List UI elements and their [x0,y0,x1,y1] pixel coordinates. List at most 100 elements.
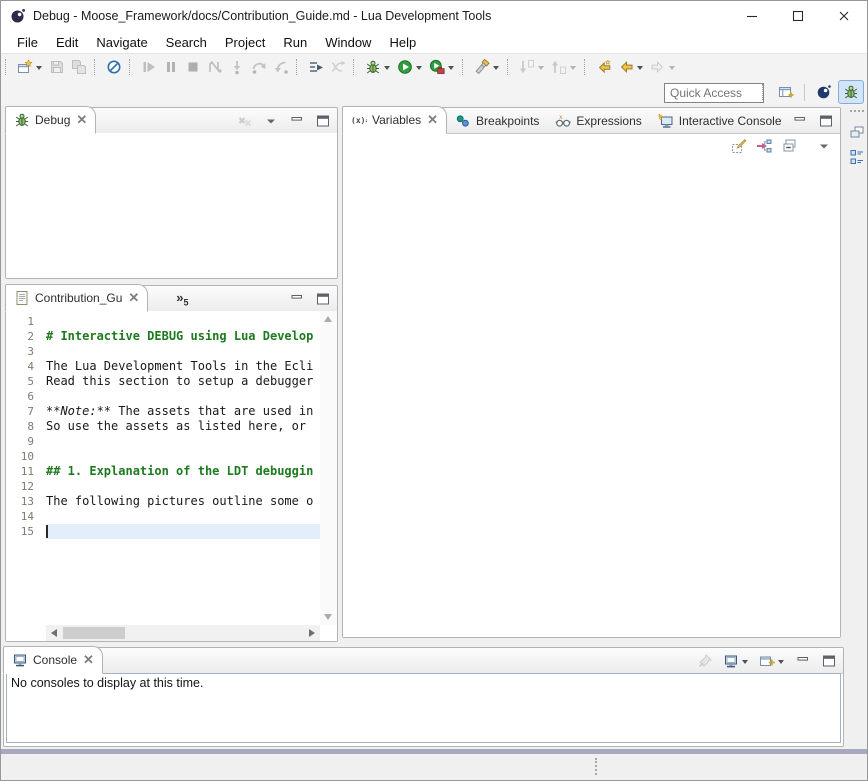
minimize-button[interactable] [729,1,775,31]
menu-run[interactable]: Run [274,33,316,52]
remove-all-terminated-icon[interactable] [237,113,253,129]
line-content[interactable] [46,314,320,329]
maximize-button[interactable] [775,1,821,31]
editor-line[interactable]: 3 [6,344,320,359]
open-console-button[interactable] [759,653,785,669]
close-button[interactable] [821,1,867,31]
editor-line[interactable]: 7**Note:** The assets that are used in [6,404,320,419]
dropdown-arrow-icon[interactable] [742,660,748,667]
editor-vertical-scrollbar[interactable] [320,311,337,625]
menu-help[interactable]: Help [380,33,425,52]
debug-view-content[interactable] [6,133,337,278]
line-content[interactable] [46,509,320,524]
run-button[interactable] [395,57,425,77]
save-button[interactable] [47,57,67,77]
minimize-view-icon[interactable] [792,113,808,129]
tab-breakpoints[interactable]: Breakpoints [447,109,547,133]
dropdown-arrow-icon[interactable] [36,66,42,73]
menu-window[interactable]: Window [316,33,380,52]
editor-body[interactable]: 12# Interactive DEBUG using Lua Develop3… [6,311,337,641]
toolbar-grip[interactable] [507,59,511,75]
toolbar-grip[interactable] [462,59,466,75]
maximize-view-icon[interactable] [818,113,834,129]
dropdown-arrow-icon[interactable] [538,66,544,73]
pin-console-button[interactable] [697,653,713,669]
minimize-view-icon[interactable] [795,653,811,669]
editor-line[interactable]: 11## 1. Explanation of the LDT debuggin [6,464,320,479]
editor-line[interactable]: 6 [6,389,320,404]
lua-perspective-button[interactable] [811,80,837,104]
line-content[interactable] [46,434,320,449]
line-content[interactable]: **Note:** The assets that are used in [46,404,320,419]
menu-search[interactable]: Search [157,33,216,52]
menu-file[interactable]: File [8,33,47,52]
menu-navigate[interactable]: Navigate [87,33,156,52]
status-drag-handle[interactable] [595,758,599,775]
dropdown-arrow-icon[interactable] [669,66,675,73]
line-content[interactable] [46,344,320,359]
toolbar-grip[interactable] [353,59,357,75]
editor-line[interactable]: 5Read this section to setup a debugger [6,374,320,389]
external-tools-button[interactable] [427,57,457,77]
use-step-filters-button[interactable] [306,57,326,77]
minimize-view-icon[interactable] [289,113,305,129]
tab-close-icon[interactable]: ✕ [83,655,94,665]
step-into-button[interactable] [227,57,247,77]
scroll-right-arrow-icon[interactable] [309,629,315,637]
maximize-view-icon[interactable] [315,291,331,307]
dropdown-arrow-icon[interactable] [384,66,390,73]
suspend-button[interactable] [161,57,181,77]
line-content[interactable] [46,389,320,404]
variables-content[interactable] [343,158,840,637]
view-menu-icon[interactable] [263,113,279,129]
scroll-down-arrow-icon[interactable] [324,614,332,620]
previous-annotation-button[interactable] [549,57,579,77]
terminate-button[interactable] [183,57,203,77]
line-content[interactable] [46,479,320,494]
editor-line[interactable]: 8So use the assets as listed here, or [6,419,320,434]
editor-line[interactable]: 13The following pictures outline some o [6,494,320,509]
line-content[interactable] [46,449,320,464]
tab-close-icon[interactable]: ✕ [76,115,87,125]
trim-drag-handle[interactable] [850,110,864,115]
editor-line[interactable]: 14 [6,509,320,524]
tab-expressions[interactable]: xExpressions [547,109,649,133]
dropdown-arrow-icon[interactable] [416,66,422,73]
maximize-view-icon[interactable] [821,653,837,669]
step-return-button[interactable] [271,57,291,77]
view-menu-icon[interactable] [816,138,832,154]
open-perspective-button[interactable] [773,80,799,104]
last-edit-location-button[interactable] [594,57,614,77]
scrollbar-thumb[interactable] [63,627,125,639]
outline-view-button[interactable] [848,148,866,166]
tab-variables[interactable]: (x)=Variables✕ [342,106,447,134]
resume-button[interactable] [139,57,159,77]
dropdown-arrow-icon[interactable] [570,66,576,73]
toolbar-grip[interactable] [762,84,766,100]
minimize-view-icon[interactable] [289,291,305,307]
line-content[interactable]: So use the assets as listed here, or [46,419,320,434]
quick-access-input[interactable] [664,83,764,103]
tab-interactive-console[interactable]: Interactive Console [650,109,790,133]
step-over-button[interactable] [249,57,269,77]
collapse-all-icon[interactable] [781,138,797,154]
line-content[interactable]: # Interactive DEBUG using Lua Develop [46,329,320,344]
toolbar-grip[interactable] [296,59,300,75]
tab-console[interactable]: Console ✕ [3,646,103,674]
debug-perspective-button[interactable] [838,80,864,104]
editor-line[interactable]: 2# Interactive DEBUG using Lua Develop [6,329,320,344]
line-content[interactable] [46,524,320,539]
scroll-left-arrow-icon[interactable] [51,629,57,637]
maximize-view-icon[interactable] [315,113,331,129]
editor-line[interactable]: 4The Lua Development Tools in the Ecli [6,359,320,374]
editor-horizontal-scrollbar[interactable] [46,625,320,641]
toolbar-grip[interactable] [129,59,133,75]
show-type-names-icon[interactable] [731,138,747,154]
dropdown-arrow-icon[interactable] [448,66,454,73]
debug-button[interactable] [363,57,393,77]
dropdown-arrow-icon[interactable] [637,66,643,73]
forward-button[interactable] [648,57,678,77]
toolbar-grip[interactable] [5,59,9,75]
menu-project[interactable]: Project [216,33,274,52]
editor-line[interactable]: 10 [6,449,320,464]
